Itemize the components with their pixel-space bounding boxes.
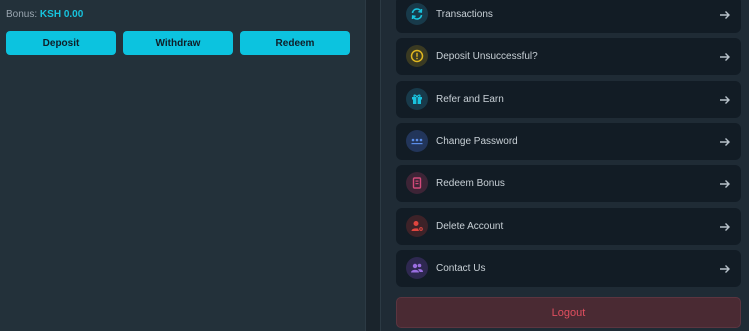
menu-item-redeem-bonus[interactable]: Redeem Bonus — [396, 165, 741, 202]
bonus-amount: KSH 0.00 — [39, 9, 84, 20]
menu-item-label: Redeem Bonus — [436, 178, 505, 189]
menu-item-deposit-unsuccessful[interactable]: Deposit Unsuccessful? — [396, 38, 741, 75]
arrow-right-icon — [719, 250, 731, 287]
menu-item-contact-us[interactable]: Contact Us — [396, 250, 741, 287]
menu-item-delete-account[interactable]: Delete Account — [396, 208, 741, 245]
ticket-icon — [406, 172, 428, 194]
menu-item-label: Deposit Unsuccessful? — [436, 51, 538, 62]
warning-icon — [406, 45, 428, 67]
menu-item-label: Refer and Earn — [436, 94, 504, 105]
arrow-right-icon — [719, 81, 731, 118]
arrow-right-icon — [719, 0, 731, 33]
bonus-line: Bonus: KSH 0.00 — [6, 9, 83, 20]
menu-item-label: Delete Account — [436, 221, 504, 232]
redeem-button[interactable]: Redeem — [240, 31, 350, 55]
withdraw-button[interactable]: Withdraw — [123, 31, 233, 55]
menu-item-label: Transactions — [436, 9, 493, 20]
menu-item-change-password[interactable]: Change Password — [396, 123, 741, 160]
menu-item-refer-and-earn[interactable]: Refer and Earn — [396, 81, 741, 118]
bonus-label: Bonus: — [6, 9, 38, 20]
refresh-icon — [406, 3, 428, 25]
logout-button[interactable]: Logout — [396, 297, 741, 328]
arrow-right-icon — [719, 165, 731, 202]
arrow-right-icon — [719, 123, 731, 160]
deposit-button[interactable]: Deposit — [6, 31, 116, 55]
arrow-right-icon — [719, 208, 731, 245]
password-dots-icon — [406, 130, 428, 152]
gift-icon — [406, 88, 428, 110]
panel-divider — [365, 0, 381, 331]
arrow-right-icon — [719, 38, 731, 75]
user-remove-icon — [406, 215, 428, 237]
wallet-panel: Bonus: KSH 0.00 Deposit Withdraw Redeem — [0, 0, 365, 331]
menu-item-transactions[interactable]: Transactions — [396, 0, 741, 33]
menu-item-label: Change Password — [436, 136, 518, 147]
menu-item-label: Contact Us — [436, 263, 486, 274]
contact-users-icon — [406, 257, 428, 279]
